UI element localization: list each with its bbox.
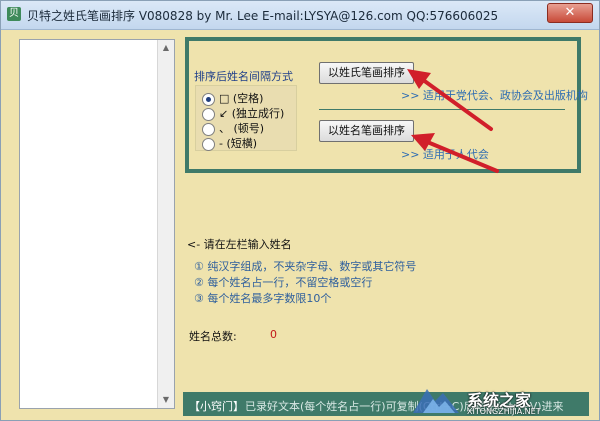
sort-by-surname-button[interactable]: 以姓氏笔画排序	[319, 62, 414, 84]
names-textarea[interactable]: ▲ ▼	[19, 39, 175, 409]
rule-2: ② 每个姓名占一行，不留空格或空行	[194, 276, 373, 289]
vertical-scrollbar[interactable]: ▲ ▼	[157, 40, 174, 408]
radio-comma[interactable]: 、 (顿号)	[202, 120, 265, 136]
radio-comma-icon[interactable]	[202, 122, 215, 136]
radio-dash[interactable]: - (短横)	[202, 135, 258, 151]
scroll-up-icon[interactable]: ▲	[158, 40, 174, 56]
separator-radio-group: □ (空格) ↙ (独立成行) 、 (顿号) - (短横)	[195, 85, 297, 151]
radio-newline-icon[interactable]	[202, 107, 215, 121]
red-arrow-icon	[407, 69, 499, 173]
total-names-value: 0	[270, 328, 277, 341]
watermark-url: XITONGZHIJIA.NET	[467, 407, 541, 416]
title-bar: 贝 贝特之姓氏笔画排序 V080828 by Mr. Lee E-mail:LY…	[1, 1, 599, 30]
rule-3: ③ 每个姓名最多字数限10个	[194, 292, 332, 305]
app-window: 贝 贝特之姓氏笔画排序 V080828 by Mr. Lee E-mail:LY…	[0, 0, 600, 421]
watermark-logo-icon	[413, 389, 459, 413]
radio-dash-label: - (短横)	[219, 137, 258, 150]
radio-newline[interactable]: ↙ (独立成行)	[202, 105, 285, 121]
rule-1: ① 纯汉字组成，不夹杂字母、数字或其它符号	[194, 260, 417, 273]
radio-comma-label: 、 (顿号)	[219, 122, 265, 135]
window-title: 贝特之姓氏笔画排序 V080828 by Mr. Lee E-mail:LYSY…	[27, 9, 499, 23]
tips-title: 【小窍门】	[189, 400, 244, 413]
radio-dash-icon[interactable]	[202, 137, 215, 151]
app-icon: 贝	[7, 7, 21, 21]
scroll-down-icon[interactable]: ▼	[158, 392, 174, 408]
close-button[interactable]: ✕	[547, 3, 593, 23]
radio-space-label: □ (空格)	[219, 92, 264, 105]
separator-label: 排序后姓名间隔方式	[194, 70, 293, 83]
total-names-label: 姓名总数:	[189, 330, 237, 343]
sort-by-name-button[interactable]: 以姓名笔画排序	[319, 120, 414, 142]
input-instruction: <- 请在左栏输入姓名	[187, 238, 292, 251]
radio-space-icon[interactable]	[202, 92, 215, 106]
radio-newline-label: ↙ (独立成行)	[219, 107, 285, 120]
watermark: 系统之家 XITONGZHIJIA.NET	[409, 383, 589, 417]
radio-space[interactable]: □ (空格)	[202, 90, 264, 106]
